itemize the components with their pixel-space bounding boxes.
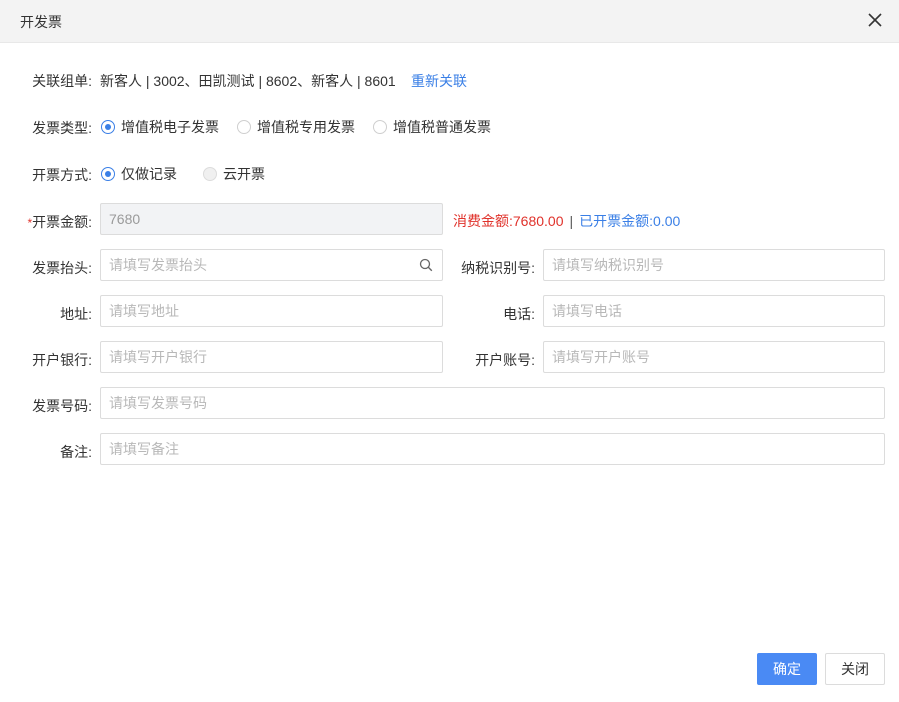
address-label: 地址:: [60, 306, 92, 322]
amount-separator: |: [569, 213, 574, 229]
consumption-amount-value: 7680.00: [512, 213, 564, 229]
radio-cloud-invoice: 云开票: [203, 164, 265, 184]
invoice-type-label: 发票类型:: [32, 120, 92, 136]
amount-label-wrap: *开票金额:: [0, 212, 92, 232]
issue-method-radio-group: 仅做记录 云开票: [101, 164, 285, 184]
tax-id-input[interactable]: [543, 249, 885, 281]
linked-orders-value: 新客人 | 3002、田凯测试 | 8602、新客人 | 8601: [100, 73, 396, 89]
invoice-number-label: 发票号码:: [32, 398, 92, 414]
dialog-header: 开发票: [0, 0, 899, 43]
radio-electronic-invoice[interactable]: 增值税电子发票: [101, 117, 219, 137]
consumption-amount-label: 消费金额:: [453, 213, 513, 229]
radio-button-checked[interactable]: [101, 120, 115, 134]
issued-amount-value: 0.00: [653, 213, 681, 229]
radio-normal-invoice[interactable]: 增值税普通发票: [373, 117, 491, 137]
invoice-type-radio-group: 增值税电子发票 增值税专用发票 增值税普通发票: [101, 117, 511, 137]
invoice-title-input[interactable]: [100, 249, 443, 281]
relink-link[interactable]: 重新关联: [411, 71, 467, 91]
address-input[interactable]: [100, 295, 443, 327]
tax-id-label: 纳税识别号:: [461, 260, 535, 276]
invoice-number-input[interactable]: [100, 387, 885, 419]
radio-button[interactable]: [237, 120, 251, 134]
phone-label: 电话:: [503, 306, 535, 322]
amount-input: [100, 203, 443, 235]
close-button[interactable]: 关闭: [825, 653, 885, 685]
radio-label: 仅做记录: [121, 166, 177, 182]
invoice-title-label: 发票抬头:: [32, 260, 92, 276]
radio-label: 增值税电子发票: [121, 119, 219, 135]
radio-button[interactable]: [373, 120, 387, 134]
amount-label: 开票金额:: [32, 214, 92, 230]
account-input[interactable]: [543, 341, 885, 373]
remark-label: 备注:: [60, 444, 92, 460]
dialog-title: 开发票: [20, 14, 62, 30]
bank-label: 开户银行:: [32, 352, 92, 368]
radio-label: 增值税专用发票: [257, 119, 355, 135]
radio-record-only[interactable]: 仅做记录: [101, 164, 177, 184]
close-icon[interactable]: [865, 10, 885, 30]
account-label: 开户账号:: [475, 352, 535, 368]
issue-method-label: 开票方式:: [32, 167, 92, 183]
search-icon[interactable]: [419, 258, 433, 272]
issued-amount-label: 已开票金额:: [579, 213, 654, 229]
bank-input[interactable]: [100, 341, 443, 373]
radio-label: 云开票: [223, 166, 265, 182]
linked-orders-label: 关联组单:: [32, 73, 92, 89]
confirm-button[interactable]: 确定: [757, 653, 817, 685]
amount-summary: 消费金额:7680.00 | 已开票金额:0.00: [453, 211, 680, 231]
radio-button-disabled: [203, 167, 217, 181]
invoice-dialog: 开发票 关联组单: 新客人 | 3002、田凯测试 | 8602、新客人 | 8…: [0, 0, 899, 702]
radio-button-checked[interactable]: [101, 167, 115, 181]
phone-input[interactable]: [543, 295, 885, 327]
remark-input[interactable]: [100, 433, 885, 465]
radio-label: 增值税普通发票: [393, 119, 491, 135]
radio-special-invoice[interactable]: 增值税专用发票: [237, 117, 355, 137]
